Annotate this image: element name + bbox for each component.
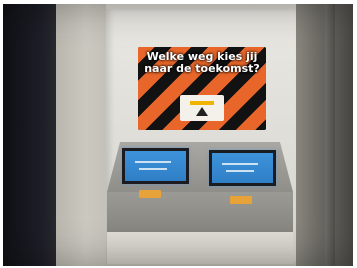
photo: Welke weg kies jij naar de toekomst?: [0, 0, 357, 268]
sign-heading: Welke weg kies jij naar de toekomst?: [142, 51, 262, 75]
touchscreen-right[interactable]: [209, 150, 276, 186]
sign-heading-line2: naar de toekomst?: [144, 62, 260, 75]
dark-left-wall: [3, 4, 58, 266]
sign-logo-badge: [180, 95, 224, 121]
curtain-fold: [325, 4, 335, 266]
screen-text-line: [222, 163, 258, 165]
console-base: [107, 232, 293, 264]
exhibit-sign: Welke weg kies jij naar de toekomst?: [138, 47, 266, 130]
wall-pillar: [56, 4, 106, 266]
touchscreen-left[interactable]: [122, 148, 189, 184]
badge-bar: [190, 101, 214, 105]
console-body: [107, 192, 293, 232]
label-plate-right: [230, 196, 252, 204]
screen-text-line: [226, 170, 254, 172]
badge-icon: [196, 107, 208, 116]
label-plate-left: [139, 190, 161, 198]
right-curtain: [293, 4, 353, 266]
screen-text-line: [139, 168, 167, 170]
screen-text-line: [135, 161, 171, 163]
